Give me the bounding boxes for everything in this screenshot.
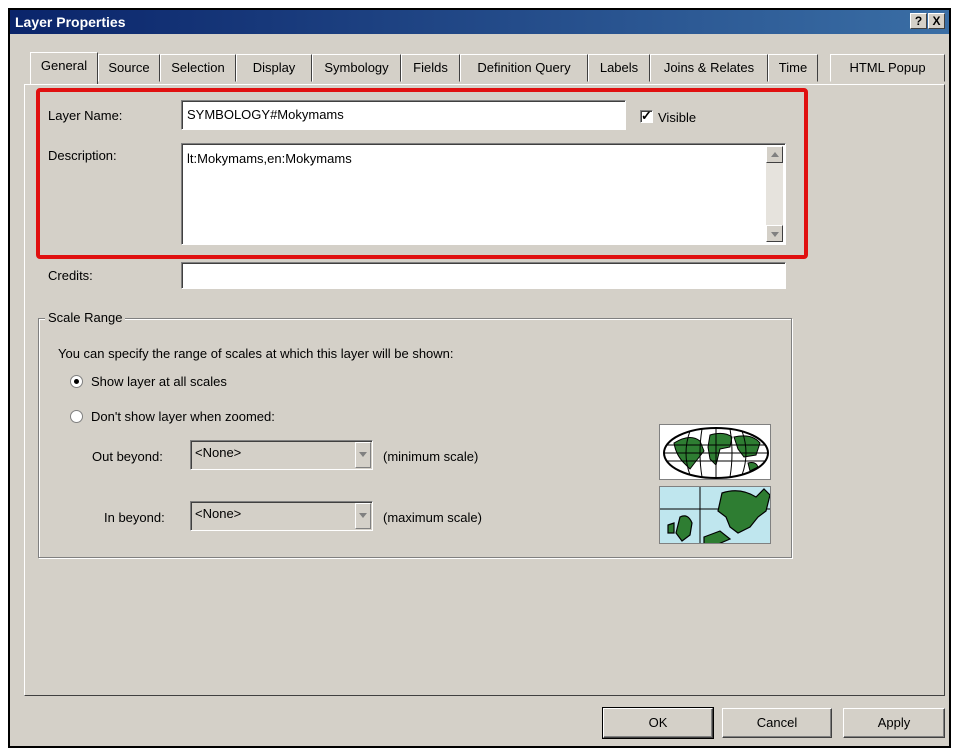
apply-button[interactable]: Apply xyxy=(843,708,945,738)
show-all-scales-label: Show layer at all scales xyxy=(91,374,227,389)
out-beyond-select[interactable]: <None> xyxy=(190,440,373,470)
help-button[interactable]: ? xyxy=(910,13,927,29)
layer-name-label: Layer Name: xyxy=(48,108,123,123)
layer-name-input[interactable]: SYMBOLOGY#Mokymams xyxy=(181,100,626,130)
scale-range-intro: You can specify the range of scales at w… xyxy=(58,346,454,361)
arrow-down-icon xyxy=(771,232,779,237)
world-map-icon xyxy=(659,424,771,480)
description-label: Description: xyxy=(48,148,117,163)
ok-button[interactable]: OK xyxy=(602,707,714,739)
dialog-title: Layer Properties xyxy=(15,14,126,30)
in-beyond-select[interactable]: <None> xyxy=(190,501,373,531)
out-beyond-value: <None> xyxy=(195,445,242,460)
tab-general[interactable]: General xyxy=(30,52,98,84)
tab-time[interactable]: Time xyxy=(768,54,818,82)
in-beyond-dropdown-button[interactable] xyxy=(355,503,371,529)
in-beyond-hint: (maximum scale) xyxy=(383,510,482,525)
scroll-down-button[interactable] xyxy=(766,225,783,242)
tab-fields[interactable]: Fields xyxy=(401,54,460,82)
out-beyond-dropdown-button[interactable] xyxy=(355,442,371,468)
credits-label: Credits: xyxy=(48,268,93,283)
arrow-up-icon xyxy=(771,152,779,157)
title-bar[interactable]: Layer Properties ? X xyxy=(10,10,949,34)
scale-range-label: Scale Range xyxy=(45,310,126,325)
tab-display[interactable]: Display xyxy=(236,54,312,82)
tab-source[interactable]: Source xyxy=(98,54,160,82)
tab-html-popup[interactable]: HTML Popup xyxy=(830,54,945,82)
tab-joins-relates[interactable]: Joins & Relates xyxy=(650,54,768,82)
description-textarea[interactable]: lt:Mokymams,en:Mokymams xyxy=(181,143,786,245)
dont-show-zoomed-label: Don't show layer when zoomed: xyxy=(91,409,275,424)
radio-dot xyxy=(74,379,79,384)
show-all-scales-radio[interactable] xyxy=(70,375,83,388)
close-button[interactable]: X xyxy=(928,13,945,29)
regional-map-icon xyxy=(659,486,771,544)
tab-definition-query[interactable]: Definition Query xyxy=(460,54,588,82)
chevron-down-icon xyxy=(359,452,367,457)
in-beyond-value: <None> xyxy=(195,506,242,521)
visible-label: Visible xyxy=(658,110,697,125)
dont-show-zoomed-radio[interactable] xyxy=(70,410,83,423)
out-beyond-hint: (minimum scale) xyxy=(383,449,479,464)
visible-checkbox[interactable]: ✓ xyxy=(640,108,653,123)
credits-input[interactable] xyxy=(181,262,786,289)
chevron-down-icon xyxy=(359,513,367,518)
in-beyond-label: In beyond: xyxy=(104,510,165,525)
cancel-button[interactable]: Cancel xyxy=(722,708,832,738)
description-scrollbar[interactable] xyxy=(766,146,783,242)
description-value: lt:Mokymams,en:Mokymams xyxy=(187,151,352,166)
tab-symbology[interactable]: Symbology xyxy=(312,54,401,82)
out-beyond-label: Out beyond: xyxy=(92,449,163,464)
checkmark-icon: ✓ xyxy=(641,108,652,123)
tab-labels[interactable]: Labels xyxy=(588,54,650,82)
tab-selection[interactable]: Selection xyxy=(160,54,236,82)
scroll-up-button[interactable] xyxy=(766,146,783,163)
layer-name-value: SYMBOLOGY#Mokymams xyxy=(187,107,344,122)
